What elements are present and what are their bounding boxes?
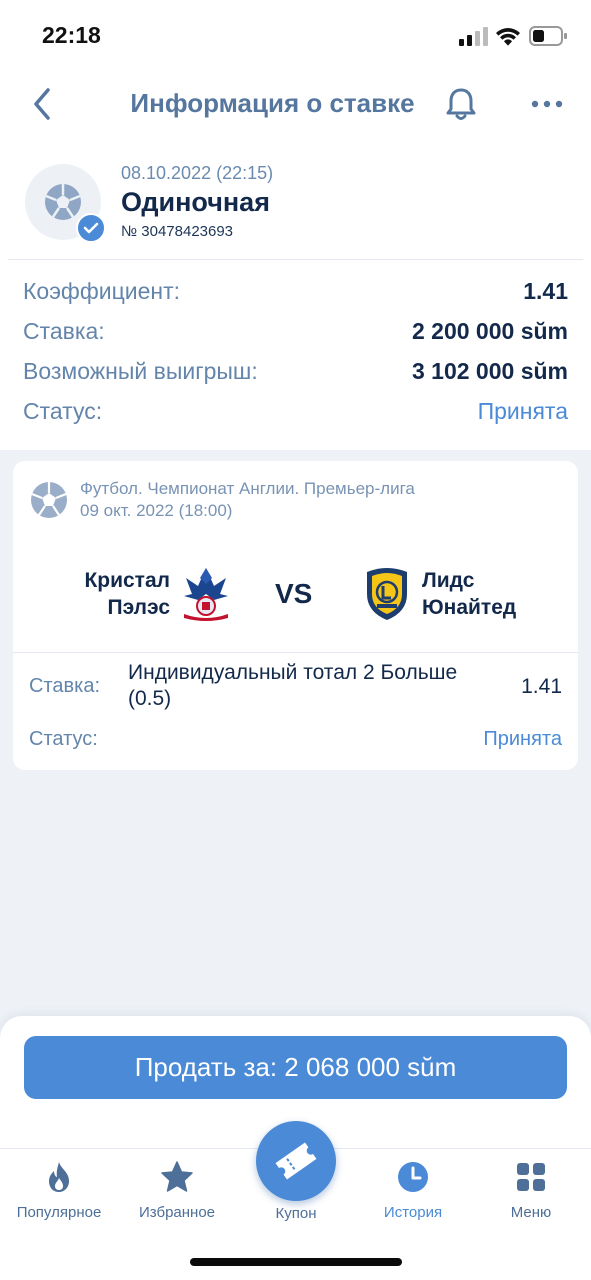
battery-icon — [529, 26, 567, 46]
sell-bet-button[interactable]: Продать за: 2 068 000 sŭm — [24, 1036, 567, 1099]
bet-datetime: 08.10.2022 (22:15) — [121, 163, 274, 183]
leeds-united-crest-icon — [367, 568, 407, 620]
tab-label: Избранное — [138, 1204, 216, 1221]
tab-favorites[interactable]: Избранное — [118, 1156, 236, 1226]
tab-coupon-label: Купон — [275, 1205, 317, 1222]
soccer-ball-icon — [31, 482, 67, 518]
versus-label: VS — [275, 578, 313, 609]
more-icon[interactable] — [530, 90, 564, 118]
info-label: Ставка: — [23, 318, 105, 344]
event-card: Футбол. Чемпионат Англии. Премьер-лига 0… — [13, 461, 578, 770]
selection-label: Ставка: — [29, 675, 100, 697]
info-row-status: Статус: Принята — [23, 398, 568, 430]
tab-menu[interactable]: Меню — [472, 1156, 590, 1226]
signal-icon — [459, 27, 488, 46]
home-team-line2: Пэлэс — [107, 596, 170, 619]
bet-number: № 30478423693 — [121, 223, 234, 240]
away-team-name: Лидс Юнайтед — [422, 567, 516, 621]
tab-coupon[interactable] — [256, 1121, 336, 1201]
info-value: 2 200 000 sŭm — [411, 318, 568, 344]
away-team-line1: Лидс — [422, 569, 475, 592]
ticket-icon — [275, 1142, 317, 1180]
status-badge: Принята — [477, 398, 568, 424]
info-label: Статус: — [23, 398, 103, 424]
star-icon — [161, 1161, 193, 1192]
divider — [13, 652, 578, 653]
selection-market: Индивидуальный тотал 2 Больше (0.5) — [128, 661, 458, 710]
info-row-stake: Ставка: 2 200 000 sŭm — [23, 318, 568, 350]
selection-status-badge: Принята — [483, 728, 562, 750]
wifi-icon — [496, 28, 520, 46]
status-bar: 22:18 — [0, 0, 591, 70]
grid-icon — [517, 1163, 545, 1191]
info-value: 3 102 000 sŭm — [411, 358, 568, 384]
tab-popular[interactable]: Популярное — [0, 1156, 118, 1226]
home-team-name: Кристал Пэлэс — [84, 567, 170, 621]
tab-label: История — [383, 1204, 443, 1221]
home-indicator — [190, 1258, 402, 1266]
away-team-line2: Юнайтед — [422, 596, 517, 619]
status-time: 22:18 — [42, 22, 101, 48]
fire-icon — [49, 1162, 69, 1192]
tab-label: Популярное — [16, 1204, 102, 1221]
selection-odds: 1.41 — [521, 675, 562, 698]
info-row-odds: Коэффициент: 1.41 — [23, 278, 568, 310]
selection-status-label: Статус: — [29, 728, 98, 750]
info-value: 1.41 — [523, 278, 568, 304]
tab-label: Меню — [510, 1204, 552, 1221]
event-league: Футбол. Чемпионат Англии. Премьер-лига — [80, 479, 415, 498]
info-label: Возможный выигрыш: — [23, 358, 258, 384]
crystal-palace-crest-icon — [184, 568, 228, 621]
info-label: Коэффициент: — [23, 278, 181, 304]
tab-history[interactable]: История — [354, 1156, 472, 1226]
bell-icon[interactable] — [443, 84, 479, 124]
bet-type: Одиночная — [121, 187, 270, 217]
divider — [8, 259, 583, 260]
clock-icon — [398, 1162, 428, 1192]
home-team-line1: Кристал — [84, 569, 170, 592]
status-icons — [459, 26, 567, 46]
check-icon — [76, 213, 106, 243]
event-date: 09 окт. 2022 (18:00) — [80, 501, 233, 520]
info-row-payout: Возможный выигрыш: 3 102 000 sŭm — [23, 358, 568, 390]
